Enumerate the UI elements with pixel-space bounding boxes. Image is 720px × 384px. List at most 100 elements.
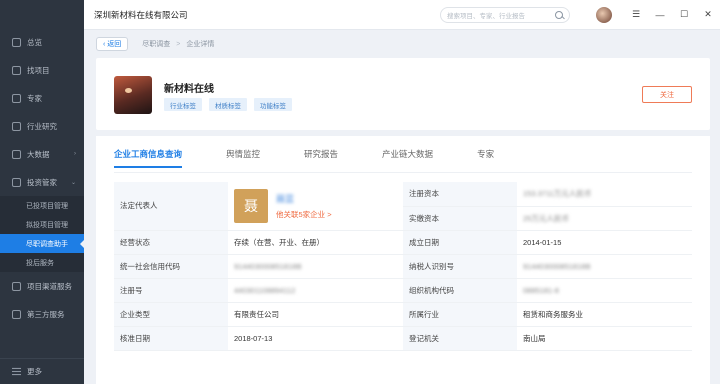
tab-research-report[interactable]: 研究报告	[304, 148, 338, 168]
detail-card: 企业工商信息查询 舆情监控 研究报告 产业链大数据 专家 法定代表人 聂 聂蓝 …	[96, 136, 710, 384]
tag-function[interactable]: 功能标签	[254, 98, 292, 111]
sidebar: 总览 找项目 专家 行业研究 大数据 › 投资管家 ⌄ 已投项目管理 拟投项目管理 …	[0, 0, 85, 384]
search-placeholder: 搜索项目、专家、行业报告	[447, 12, 525, 20]
table-row: 注册号 440301108894112 组织机构代码 0885181-8	[114, 278, 692, 303]
company-tags: 行业标签 材质标签 功能标签	[164, 98, 299, 111]
top-bar: 深圳新材料在线有限公司 搜索项目、专家、行业报告 ☰ — ☐ ✕	[84, 0, 720, 30]
credit-code-value: 914403000851818B	[228, 254, 403, 279]
org-code-label: 组织机构代码	[403, 278, 517, 303]
sidebar-item-overview[interactable]: 总览	[0, 28, 84, 56]
channel-icon	[12, 281, 21, 291]
company-name: 新材料在线	[164, 84, 214, 95]
reg-capital-text: 153.3711万元人民币	[523, 189, 592, 199]
industry-value: 租赁和商务服务业	[517, 302, 692, 327]
company-title: 深圳新材料在线有限公司	[94, 9, 188, 20]
sidebar-sub-post-invest[interactable]: 投后服务	[0, 253, 84, 272]
business-info-table: 法定代表人 聂 聂蓝 他关联5家企业 > 注册资本 153.3711万元人民币 …	[114, 182, 692, 351]
legal-rep-avatar: 聂	[234, 188, 268, 223]
legal-rep-cell: 聂 聂蓝 他关联5家企业 >	[228, 182, 403, 231]
sidebar-item-bigdata[interactable]: 大数据 ›	[0, 140, 84, 168]
breadcrumb-item: 企业详情	[186, 41, 215, 48]
follow-button[interactable]: 关注	[642, 86, 692, 103]
sidebar-top	[0, 0, 84, 28]
sidebar-sub-invested[interactable]: 已投项目管理	[0, 196, 84, 215]
home-icon	[12, 37, 21, 47]
expert-icon	[12, 93, 21, 103]
reg-no-text: 440301108894112	[234, 285, 296, 295]
paid-capital-text: 25万元人民币	[523, 213, 569, 223]
sidebar-item-research[interactable]: 行业研究	[0, 112, 84, 140]
sidebar-item-label: 找项目	[27, 65, 50, 75]
tab-public-opinion[interactable]: 舆情监控	[226, 148, 260, 168]
sidebar-item-experts[interactable]: 专家	[0, 84, 84, 112]
reg-capital-label: 注册资本	[403, 182, 517, 207]
avatar[interactable]	[596, 6, 612, 23]
table-row: 经营状态 存续（在营、开业、在册） 成立日期 2014-01-15	[114, 230, 692, 255]
sidebar-item-label: 总览	[27, 37, 42, 47]
related-companies-link[interactable]: 他关联5家企业 >	[276, 209, 332, 220]
chevron-right-icon: ›	[74, 151, 76, 157]
industry-label: 所属行业	[403, 302, 517, 327]
sidebar-more[interactable]: 更多	[0, 358, 84, 384]
sidebar-item-label: 项目渠道服务	[27, 281, 72, 291]
reg-no-value: 440301108894112	[228, 278, 403, 303]
tab-bar: 企业工商信息查询 舆情监控 研究报告 产业链大数据 专家	[114, 148, 538, 168]
taxpayer-value: 914403000851818B	[517, 254, 692, 279]
sidebar-sub-due-diligence[interactable]: 尽职调查助手	[0, 234, 85, 253]
sidebar-item-third-party[interactable]: 第三方服务	[0, 300, 84, 328]
sidebar-item-label: 投资管家	[27, 177, 57, 187]
back-button[interactable]: ‹ 返回	[96, 37, 129, 51]
tag-industry[interactable]: 行业标签	[164, 98, 202, 111]
founded-value: 2014-01-15	[517, 230, 692, 255]
search-input[interactable]: 搜索项目、专家、行业报告	[440, 6, 570, 23]
legal-rep: 聂 聂蓝 他关联5家企业 >	[234, 188, 397, 223]
taxpayer-label: 纳税人识别号	[403, 254, 517, 279]
sidebar-more-label: 更多	[27, 367, 42, 376]
legal-rep-label: 法定代表人	[114, 182, 228, 231]
table-row: 核准日期 2018-07-13 登记机关 南山局	[114, 326, 692, 351]
tag-material[interactable]: 材质标签	[209, 98, 247, 111]
maximize-icon[interactable]: ☐	[672, 0, 696, 30]
breadcrumb: ‹ 返回 尽职调查 > 企业详情	[96, 36, 214, 52]
sidebar-item-invest[interactable]: 投资管家 ⌄	[0, 168, 84, 196]
org-code-text: 0885181-8	[523, 285, 559, 295]
company-logo	[114, 76, 152, 114]
thirdparty-icon	[12, 309, 21, 319]
company-header-card: 新材料在线 行业标签 材质标签 功能标签 关注	[96, 58, 710, 130]
type-label: 企业类型	[114, 302, 228, 327]
tab-business-info[interactable]: 企业工商信息查询	[114, 148, 183, 168]
tab-industry-chain[interactable]: 产业链大数据	[382, 148, 433, 168]
minimize-icon[interactable]: —	[648, 0, 672, 30]
menu-icon[interactable]: ☰	[624, 0, 648, 30]
close-icon[interactable]: ✕	[696, 0, 720, 30]
credit-code-label: 统一社会信用代码	[114, 254, 228, 279]
legal-rep-name[interactable]: 聂蓝	[276, 192, 332, 205]
breadcrumb-separator: >	[176, 40, 181, 48]
sidebar-item-find-project[interactable]: 找项目	[0, 56, 84, 84]
back-label: 返回	[107, 41, 122, 48]
sidebar-sub-planned[interactable]: 拟投项目管理	[0, 215, 84, 234]
type-value: 有限责任公司	[228, 302, 403, 327]
sidebar-item-label: 专家	[27, 93, 42, 103]
status-value: 存续（在营、开业、在册）	[228, 230, 403, 255]
approve-date-label: 核准日期	[114, 326, 228, 351]
status-label: 经营状态	[114, 230, 228, 255]
sidebar-item-label: 第三方服务	[27, 309, 65, 319]
paid-capital-value: 25万元人民币	[517, 206, 692, 231]
authority-value: 南山局	[517, 326, 692, 351]
sidebar-item-channel[interactable]: 项目渠道服务	[0, 272, 84, 300]
research-icon	[12, 121, 21, 131]
table-row: 法定代表人 聂 聂蓝 他关联5家企业 > 注册资本 153.3711万元人民币	[114, 182, 692, 231]
founded-label: 成立日期	[403, 230, 517, 255]
bigdata-icon	[12, 149, 21, 159]
sidebar-item-label: 行业研究	[27, 121, 57, 131]
search-icon[interactable]	[555, 10, 563, 19]
paid-capital-label: 实缴资本	[403, 206, 517, 231]
org-code-value: 0885181-8	[517, 278, 692, 303]
taxpayer-text: 914403000851818B	[523, 261, 591, 271]
menu-icon	[12, 367, 21, 376]
tab-expert[interactable]: 专家	[477, 148, 494, 168]
reg-no-label: 注册号	[114, 278, 228, 303]
breadcrumb-item[interactable]: 尽职调查	[142, 39, 170, 49]
approve-date-value: 2018-07-13	[228, 326, 403, 351]
